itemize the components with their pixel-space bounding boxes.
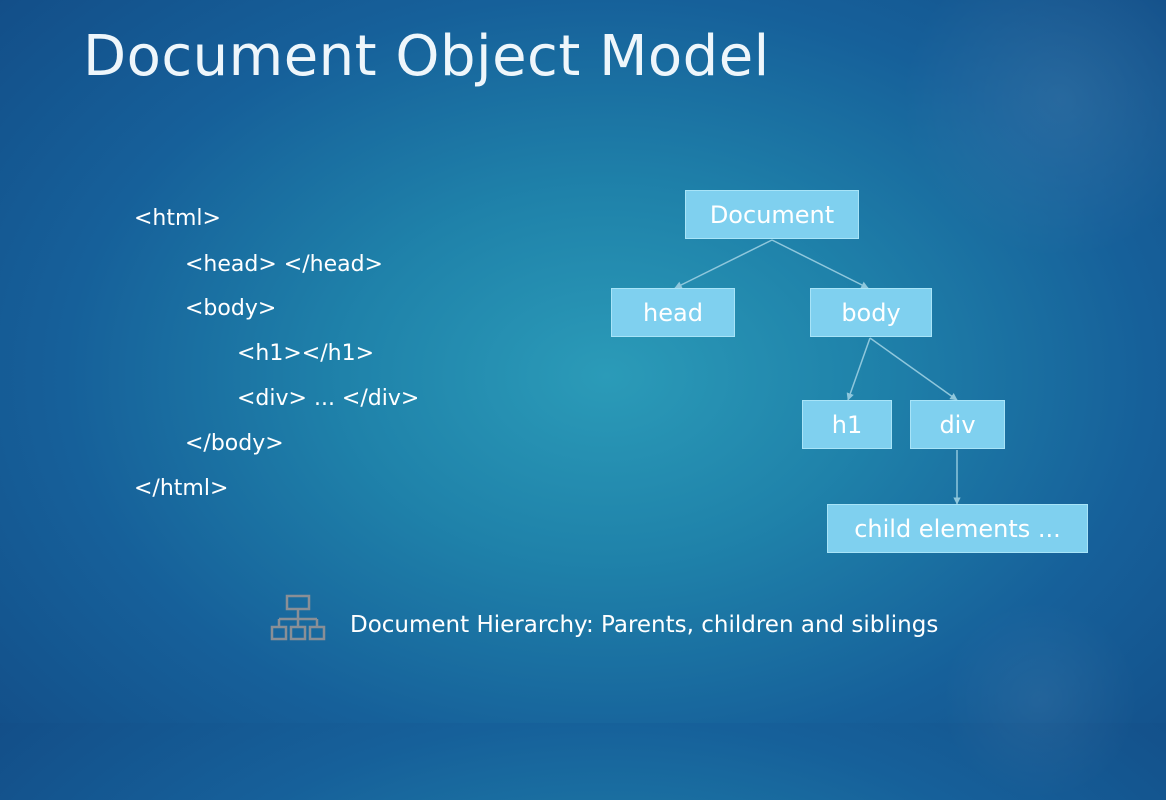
connector-body-div xyxy=(869,337,958,401)
node-h1: h1 xyxy=(802,400,892,449)
node-body: body xyxy=(810,288,932,337)
node-child-elements: child elements ... xyxy=(827,504,1088,553)
node-head: head xyxy=(611,288,735,337)
caption-text: Document Hierarchy: Parents, children an… xyxy=(350,612,939,638)
connector-document-body xyxy=(771,239,869,289)
hierarchy-icon xyxy=(270,594,326,641)
connector-document-head xyxy=(674,239,773,289)
node-div: div xyxy=(910,400,1005,449)
connector-body-h1 xyxy=(846,337,871,401)
node-document: Document xyxy=(685,190,859,239)
